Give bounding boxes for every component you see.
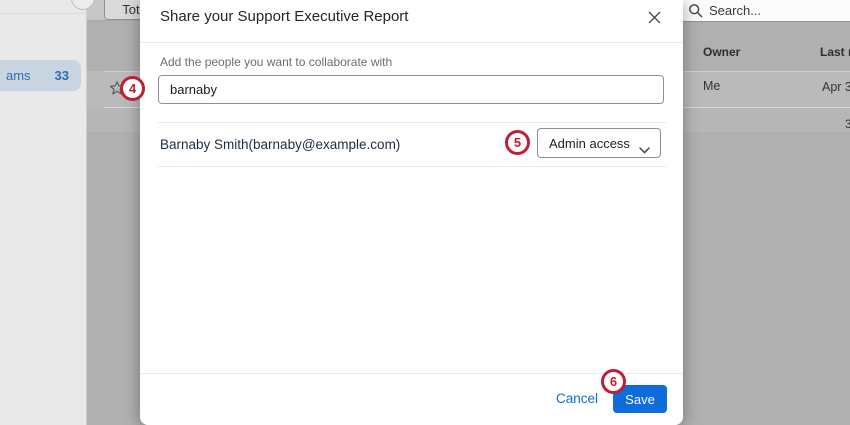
dialog-header-divider (140, 42, 683, 43)
close-button[interactable] (642, 5, 666, 29)
sidebar-divider (0, 13, 87, 14)
search-input[interactable] (707, 1, 845, 20)
access-level-value: Admin access (549, 136, 630, 151)
dialog-footer-divider (140, 373, 683, 374)
annotation-step-6: 6 (601, 369, 626, 394)
table-cell-last-modified: Apr 30 (822, 80, 850, 94)
table-cell-owner: Me (703, 79, 720, 93)
collaborators-label: Add the people you want to collaborate w… (160, 55, 392, 69)
screen: ams 33 Total Owner Last modified Me Apr … (0, 0, 850, 425)
access-level-select[interactable]: Admin access (537, 128, 661, 158)
annotation-step-4: 4 (120, 76, 145, 101)
search-icon (688, 3, 704, 19)
column-header-last-modified: Last modified (820, 45, 850, 59)
close-icon (648, 11, 661, 24)
list-divider (158, 122, 666, 123)
collaborator-entry: Barnaby Smith(barnaby@example.com) (160, 137, 400, 152)
annotation-step-5: 5 (505, 130, 530, 155)
column-header-owner: Owner (703, 45, 740, 59)
sidebar-item-label: ams (6, 68, 31, 83)
dialog-title: Share your Support Executive Report (160, 8, 408, 25)
share-report-dialog: Share your Support Executive Report Add … (140, 0, 683, 425)
search-bar (683, 0, 850, 22)
chevron-down-icon (639, 141, 650, 148)
list-divider (158, 166, 666, 167)
table-cell-fragment: 3 (845, 117, 850, 131)
sidebar-item-teams[interactable]: ams 33 (0, 60, 81, 91)
sidebar-item-count-badge: 33 (55, 68, 69, 83)
collaborator-search-input[interactable] (158, 75, 664, 104)
cancel-button[interactable]: Cancel (556, 391, 598, 406)
sidebar: ams 33 (0, 0, 87, 425)
